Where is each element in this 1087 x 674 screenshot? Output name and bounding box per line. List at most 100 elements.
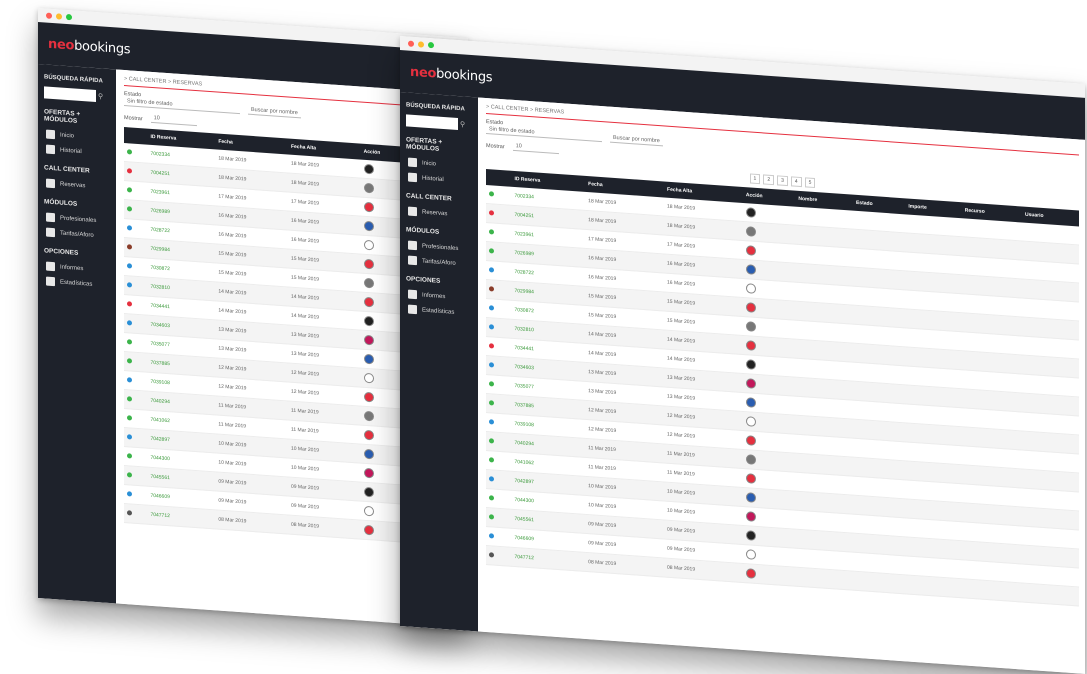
status-cell [486, 298, 512, 320]
chart-line-icon [408, 289, 417, 300]
status-dot-icon [489, 266, 494, 273]
status-cell [124, 143, 148, 164]
quick-search-input[interactable] [406, 114, 458, 131]
action-icon[interactable] [745, 473, 756, 484]
action-icon[interactable] [745, 549, 756, 560]
show-entries-select[interactable]: 10 [150, 113, 197, 127]
action-icon[interactable] [363, 258, 374, 270]
action-icon[interactable] [745, 435, 756, 446]
close-dot[interactable] [408, 40, 414, 47]
sidebar-item-label: Tarifas/Aforo [60, 230, 94, 239]
zoom-dot[interactable] [428, 41, 434, 49]
action-icon[interactable] [745, 226, 756, 237]
action-icon[interactable] [745, 245, 756, 256]
status-dot-icon [127, 357, 132, 364]
status-dot-icon [127, 148, 132, 155]
empty-cell [905, 574, 962, 598]
action-icon[interactable] [363, 315, 374, 327]
status-dot-icon [489, 209, 494, 216]
status-cell [124, 294, 148, 316]
status-cell [486, 393, 512, 415]
page-button[interactable]: 1 [749, 173, 761, 185]
status-cell [124, 427, 148, 449]
close-dot[interactable] [46, 12, 52, 19]
action-icon[interactable] [363, 391, 374, 403]
status-cell [124, 180, 148, 202]
status-dot-icon [489, 304, 494, 311]
status-dot-icon [489, 228, 494, 235]
empty-cell [1021, 582, 1079, 606]
action-icon[interactable] [363, 182, 374, 194]
action-icon[interactable] [363, 296, 374, 308]
action-icon[interactable] [745, 530, 756, 541]
action-icon[interactable] [745, 568, 756, 579]
status-cell [486, 185, 512, 206]
action-icon[interactable] [745, 511, 756, 522]
action-icon[interactable] [363, 372, 374, 384]
status-cell [486, 336, 512, 358]
status-cell [486, 279, 512, 301]
status-dot-icon [489, 247, 494, 254]
action-icon[interactable] [745, 378, 756, 389]
status-column-header [124, 127, 148, 145]
status-dot-icon [489, 551, 494, 558]
action-icon[interactable] [363, 163, 374, 175]
action-icon[interactable] [363, 334, 374, 346]
action-icon[interactable] [363, 486, 374, 498]
home-icon [408, 157, 417, 168]
status-dot-icon [489, 513, 494, 520]
zoom-dot[interactable] [66, 13, 72, 21]
action-icon[interactable] [745, 264, 756, 275]
action-icon[interactable] [363, 277, 374, 289]
action-icon[interactable] [745, 359, 756, 370]
action-icon[interactable] [745, 454, 756, 465]
action-icon[interactable] [745, 340, 756, 351]
logo-prefix: neo [48, 36, 75, 54]
action-cell [742, 563, 796, 587]
calendar-icon [46, 144, 55, 155]
action-icon[interactable] [363, 524, 374, 536]
minimize-dot[interactable] [418, 41, 424, 48]
action-icon[interactable] [363, 353, 374, 365]
action-icon[interactable] [363, 410, 374, 422]
page-button[interactable]: 2 [763, 174, 775, 186]
status-cell [124, 256, 148, 278]
status-cell [124, 199, 148, 221]
show-entries-select[interactable]: 10 [512, 141, 559, 155]
action-icon[interactable] [745, 207, 756, 218]
page-button[interactable]: 3 [777, 175, 788, 187]
sidebar-item-label: Historial [60, 147, 82, 155]
action-icon[interactable] [363, 505, 374, 517]
status-dot-icon [127, 224, 132, 231]
status-dot-icon [127, 433, 132, 440]
sidebar-item-label: Profesionales [60, 215, 97, 224]
clipboard-icon [46, 178, 55, 189]
minimize-dot[interactable] [56, 13, 62, 20]
app-logo[interactable]: neobookings [48, 36, 130, 57]
action-icon[interactable] [363, 467, 374, 479]
action-icon[interactable] [745, 283, 756, 294]
quick-search-input[interactable] [44, 86, 96, 103]
action-icon[interactable] [363, 448, 374, 460]
action-icon[interactable] [745, 397, 756, 408]
action-icon[interactable] [745, 416, 756, 427]
status-cell [124, 218, 148, 240]
action-icon[interactable] [745, 302, 756, 313]
action-icon[interactable] [363, 220, 374, 232]
status-dot-icon [127, 167, 132, 174]
app-body: BÚSQUEDA RÁPIDA ⚲ OFERTAS + MÓDULOS Inicio H… [400, 92, 1085, 674]
status-dot-icon [489, 361, 494, 368]
action-icon[interactable] [745, 321, 756, 332]
status-dot-icon [127, 509, 132, 516]
action-icon[interactable] [363, 239, 374, 251]
report-icon [408, 304, 417, 315]
search-icon[interactable]: ⚲ [98, 92, 103, 100]
action-icon[interactable] [745, 492, 756, 503]
action-icon[interactable] [363, 429, 374, 441]
status-cell [124, 465, 148, 487]
app-logo[interactable]: neobookings [410, 64, 492, 85]
action-icon[interactable] [363, 201, 374, 213]
page-button[interactable]: 4 [790, 176, 802, 188]
search-icon[interactable]: ⚲ [460, 120, 465, 128]
page-button[interactable]: 5 [804, 177, 816, 189]
